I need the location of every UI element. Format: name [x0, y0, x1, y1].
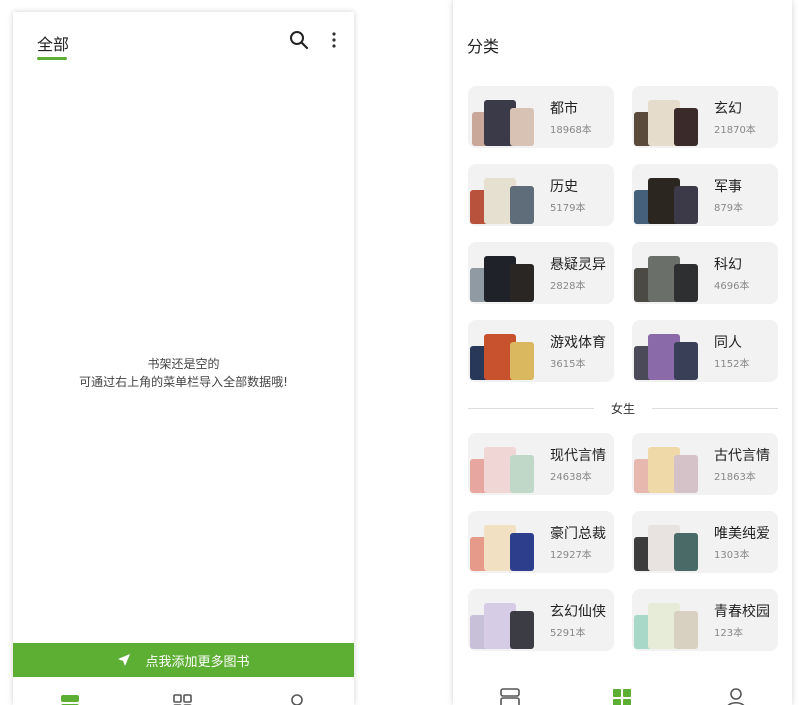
bookshelf-icon[interactable] [59, 693, 81, 705]
category-name: 古代言情 [714, 448, 770, 464]
category-card-xiandai-yanqing[interactable]: 现代言情 24638本 [468, 433, 614, 495]
grid-icon[interactable] [172, 693, 194, 705]
category-count: 12927本 [550, 550, 592, 561]
empty-message: 书架还是空的 [147, 357, 220, 371]
grid-icon[interactable] [611, 687, 633, 705]
divider-right [652, 408, 778, 409]
cover-stack [632, 170, 702, 224]
section-title: 分类 [467, 37, 500, 56]
cover-stack [632, 248, 702, 302]
category-card-xuanhuan-xianxia[interactable]: 玄幻仙侠 5291本 [468, 589, 614, 651]
category-card-weimei-chunai[interactable]: 唯美纯爱 1303本 [632, 511, 778, 573]
cover-stack [632, 439, 702, 493]
category-name: 唯美纯爱 [714, 526, 770, 542]
cover-stack [468, 170, 538, 224]
category-count: 18968本 [550, 125, 592, 136]
category-card-qingchun-xiaoyuan[interactable]: 青春校园 123本 [632, 589, 778, 651]
category-name: 同人 [714, 335, 742, 351]
divider-label-female: 女生 [610, 402, 635, 416]
category-count: 4696本 [714, 281, 750, 292]
category-count: 5179本 [550, 203, 586, 214]
category-card-kehuan[interactable]: 科幻 4696本 [632, 242, 778, 304]
category-name: 都市 [550, 101, 578, 117]
category-card-xuanhuan[interactable]: 玄幻 21870本 [632, 86, 778, 148]
cover-stack [632, 517, 702, 571]
category-card-youxi[interactable]: 游戏体育 3615本 [468, 320, 614, 382]
tab-all[interactable]: 全部 [37, 31, 69, 55]
category-name: 现代言情 [550, 448, 606, 464]
category-screen: 分类 都市 18968本 玄幻 21870本 历史 5179本 军事 879本 … [453, 0, 792, 705]
bookshelf-icon[interactable] [499, 687, 521, 705]
add-books-button[interactable]: 点我添加更多图书 [13, 643, 354, 677]
category-card-lishi[interactable]: 历史 5179本 [468, 164, 614, 226]
cover-stack [632, 92, 702, 146]
category-count: 2828本 [550, 281, 586, 292]
category-name: 科幻 [714, 257, 742, 273]
category-count: 21870本 [714, 125, 756, 136]
category-count: 24638本 [550, 472, 592, 483]
cover-stack [468, 248, 538, 302]
bookshelf-screen: 全部 书架还是空的 可通过右上角的菜单栏导入全部数据哦! 点我添加更多图书 [13, 12, 354, 705]
navigate-arrow-icon [118, 654, 131, 666]
category-card-tongren[interactable]: 同人 1152本 [632, 320, 778, 382]
search-icon[interactable] [289, 30, 309, 50]
category-name: 玄幻 [714, 101, 742, 117]
category-count: 1152本 [714, 359, 750, 370]
category-count: 21863本 [714, 472, 756, 483]
cover-stack [468, 595, 538, 649]
cover-stack [632, 326, 702, 380]
category-name: 豪门总裁 [550, 526, 606, 542]
person-icon[interactable] [725, 687, 747, 705]
add-books-label: 点我添加更多图书 [145, 654, 250, 670]
person-icon[interactable] [286, 693, 308, 705]
cover-stack [468, 517, 538, 571]
cover-stack [468, 439, 538, 493]
category-card-junshi[interactable]: 军事 879本 [632, 164, 778, 226]
cut-off-header [467, 0, 767, 8]
category-name: 青春校园 [714, 604, 770, 620]
cover-stack [468, 92, 538, 146]
category-name: 玄幻仙侠 [550, 604, 606, 620]
category-name: 历史 [550, 179, 578, 195]
empty-hint: 可通过右上角的菜单栏导入全部数据哦! [79, 375, 288, 389]
bottom-nav [13, 677, 354, 705]
category-count: 879本 [714, 203, 744, 214]
category-card-dushi[interactable]: 都市 18968本 [468, 86, 614, 148]
category-card-haomen-zongcai[interactable]: 豪门总裁 12927本 [468, 511, 614, 573]
category-name: 游戏体育 [550, 335, 606, 351]
category-count: 123本 [714, 628, 744, 639]
more-vertical-icon[interactable] [324, 30, 344, 50]
category-count: 3615本 [550, 359, 586, 370]
divider-left [468, 408, 594, 409]
category-card-gudai-yanqing[interactable]: 古代言情 21863本 [632, 433, 778, 495]
cover-stack [632, 595, 702, 649]
cover-stack [468, 326, 538, 380]
tab-underline [37, 57, 67, 60]
category-name: 军事 [714, 179, 742, 195]
category-count: 1303本 [714, 550, 750, 561]
category-name: 悬疑灵异 [550, 257, 606, 273]
bottom-nav [453, 683, 792, 705]
category-card-xuanyi[interactable]: 悬疑灵异 2828本 [468, 242, 614, 304]
category-count: 5291本 [550, 628, 586, 639]
